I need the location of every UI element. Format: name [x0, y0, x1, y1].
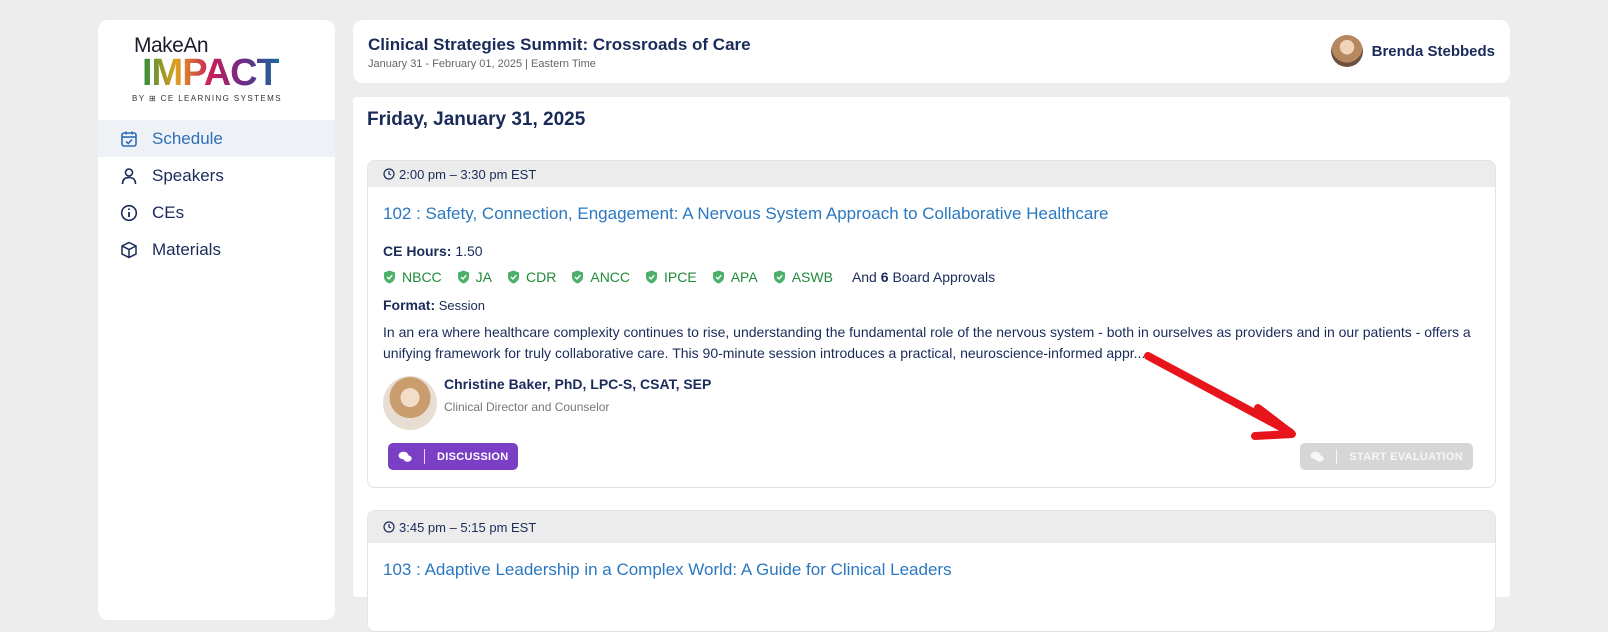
- logo-line3: BY ⊞ CE LEARNING SYSTEMS: [132, 94, 282, 103]
- session-time: 2:00 pm – 3:30 pm EST: [399, 166, 537, 182]
- approval-badge: NBCC: [383, 269, 442, 285]
- approval-label: JA: [475, 269, 493, 285]
- approval-label: APA: [730, 269, 758, 285]
- discussion-button[interactable]: DISCUSSION: [388, 443, 519, 470]
- sidebar-item-label: Materials: [152, 239, 221, 259]
- sidebar-item-label: Schedule: [152, 128, 223, 148]
- session-description: In an era where healthcare complexity co…: [383, 324, 1471, 361]
- ce-hours-label: CE Hours:: [383, 243, 452, 259]
- ce-hours: CE Hours: 1.50: [383, 243, 483, 259]
- event-title: Clinical Strategies Summit: Crossroads o…: [368, 35, 751, 54]
- sidebar-item-label: Speakers: [152, 165, 224, 185]
- format-value: Session: [438, 298, 485, 313]
- shield-check-icon: [572, 270, 584, 284]
- approval-label: CDR: [526, 269, 557, 285]
- approval-badge: JA: [457, 269, 492, 285]
- more-count: 6: [880, 269, 889, 285]
- shield-check-icon: [646, 270, 658, 284]
- approval-badge: IPCE: [645, 269, 697, 285]
- chat-bubbles-icon: [398, 451, 412, 462]
- session-card: 3:45 pm – 5:15 pm EST 103 : Adaptive Lea…: [367, 510, 1496, 632]
- calendar-check-icon: [121, 131, 137, 147]
- approval-badge: APA: [712, 269, 758, 285]
- sidebar-item-speakers[interactable]: Speakers: [98, 157, 335, 194]
- clock-icon: [383, 521, 395, 533]
- start-evaluation-button[interactable]: START EVALUATION: [1300, 443, 1473, 470]
- shield-check-icon: [712, 270, 724, 284]
- approval-badge: ASWB: [773, 269, 833, 285]
- approval-label: ASWB: [791, 269, 833, 285]
- schedule-panel: Friday, January 31, 2025 2:00 pm – 3:30 …: [353, 97, 1510, 632]
- ce-hours-value: 1.50: [455, 243, 483, 259]
- sidebar-item-materials[interactable]: Materials: [98, 231, 335, 268]
- approval-badges: NBCC JA CDR ANCC IPCE APA ASWB And 6 Boa…: [383, 269, 995, 285]
- evaluation-label: START EVALUATION: [1349, 450, 1463, 463]
- session-time: 3:45 pm – 5:15 pm EST: [399, 519, 537, 535]
- user-menu[interactable]: Brenda Stebbeds: [1330, 35, 1495, 67]
- speaker-name[interactable]: Christine Baker, PhD, LPC-S, CSAT, SEP: [444, 376, 711, 392]
- session-card: 2:00 pm – 3:30 pm EST 102 : Safety, Conn…: [367, 160, 1496, 488]
- more-prefix: And: [851, 269, 877, 285]
- speaker-avatar[interactable]: [383, 376, 437, 430]
- user-name[interactable]: Brenda Stebbeds: [1372, 43, 1495, 60]
- session-title-link[interactable]: 103 : Adaptive Leadership in a Complex W…: [383, 560, 952, 580]
- event-header: Clinical Strategies Summit: Crossroads o…: [353, 20, 1510, 83]
- user-icon: [121, 167, 137, 184]
- sidebar-item-schedule[interactable]: Schedule: [98, 120, 335, 157]
- approval-badge: CDR: [507, 269, 556, 285]
- logo-line2: IMPACT: [142, 52, 280, 94]
- chat-bubbles-icon: [1310, 451, 1325, 462]
- info-circle-icon: [120, 204, 138, 221]
- clock-icon: [383, 168, 395, 180]
- box-icon: [121, 241, 137, 258]
- shield-check-icon: [508, 270, 520, 284]
- day-heading: Friday, January 31, 2025: [367, 109, 586, 130]
- format-label: Format:: [383, 297, 436, 313]
- approval-label: IPCE: [664, 269, 697, 285]
- sidebar-item-label: CEs: [152, 202, 185, 222]
- button-divider: [424, 449, 425, 464]
- approval-label: ANCC: [590, 269, 631, 285]
- speaker-role: Clinical Director and Counselor: [444, 400, 610, 414]
- session-title-link[interactable]: 102 : Safety, Connection, Engagement: A …: [383, 204, 1108, 224]
- make-an-impact-logo[interactable]: MakeAn IMPACT BY ⊞ CE LEARNING SYSTEMS: [132, 32, 302, 108]
- button-divider: [1336, 449, 1338, 464]
- shield-check-icon: [384, 270, 395, 284]
- user-avatar[interactable]: [1330, 35, 1363, 67]
- approval-label: NBCC: [402, 269, 442, 285]
- discussion-label: DISCUSSION: [437, 450, 509, 463]
- shield-check-icon: [457, 270, 469, 284]
- shield-check-icon: [773, 270, 785, 284]
- session-time-bar: 2:00 pm – 3:30 pm EST: [368, 161, 1495, 187]
- more-approvals[interactable]: And 6 Board Approvals: [852, 269, 995, 285]
- approval-badge: ANCC: [571, 269, 630, 285]
- sidebar: MakeAn IMPACT BY ⊞ CE LEARNING SYSTEMS S…: [98, 20, 335, 620]
- session-time-bar: 3:45 pm – 5:15 pm EST: [368, 511, 1495, 543]
- sidebar-item-ces[interactable]: CEs: [98, 194, 335, 231]
- sidebar-nav: Schedule Speakers CEs Materials: [98, 120, 335, 268]
- session-format: Format: Session: [383, 297, 485, 313]
- more-suffix: Board Approvals: [892, 269, 996, 285]
- event-dates: January 31 - February 01, 2025 | Eastern…: [368, 58, 596, 70]
